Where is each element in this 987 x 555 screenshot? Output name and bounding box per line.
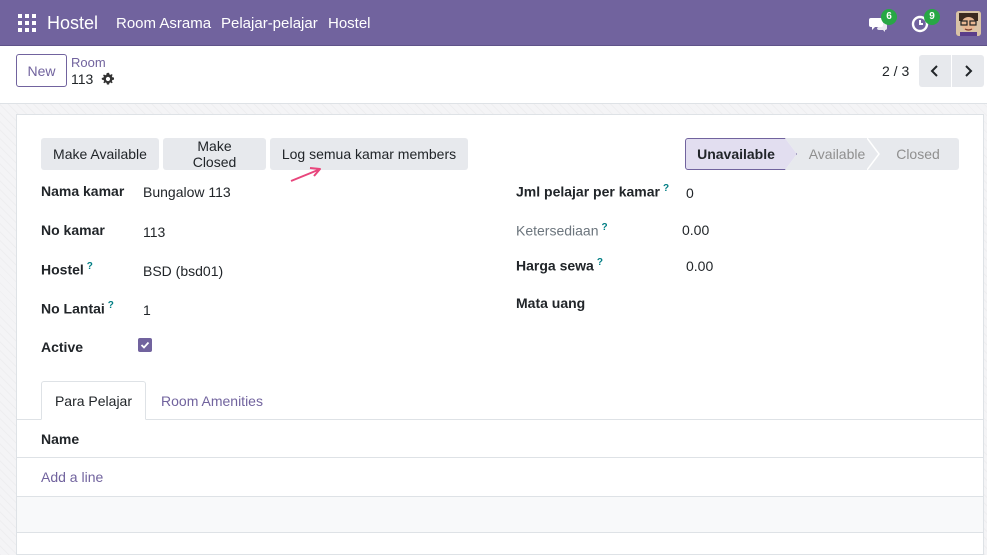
help-icon[interactable]: ?: [87, 261, 93, 272]
field-jml-pelajar[interactable]: 0: [686, 185, 694, 201]
label-jml-pelajar: Jml pelajar per kamar?: [516, 183, 669, 200]
label-ketersediaan: Ketersediaan?: [516, 222, 608, 239]
user-avatar[interactable]: [956, 11, 981, 36]
label-hostel-text: Hostel: [41, 261, 84, 278]
app-brand[interactable]: Hostel: [47, 13, 98, 34]
chevron-right-icon: [965, 65, 973, 77]
control-panel: New Room 113 2 / 3: [0, 46, 987, 104]
tab-room-amenities[interactable]: Room Amenities: [146, 381, 278, 420]
label-nama-kamar: Nama kamar: [41, 183, 125, 199]
label-hostel: Hostel?: [41, 261, 93, 278]
field-harga-sewa[interactable]: 0.00: [686, 258, 713, 274]
list-header-divider: [17, 457, 983, 458]
label-no-lantai: No Lantai?: [41, 300, 114, 317]
new-button[interactable]: New: [16, 54, 67, 87]
messages-count-badge: 6: [881, 9, 897, 25]
record-name: 113: [71, 71, 94, 87]
label-harga-sewa: Harga sewa?: [516, 257, 603, 274]
gear-icon[interactable]: [101, 72, 115, 86]
column-header-name[interactable]: Name: [41, 431, 79, 447]
apps-menu-icon[interactable]: [18, 14, 36, 32]
label-harga-sewa-text: Harga sewa: [516, 257, 594, 274]
help-icon[interactable]: ?: [597, 257, 603, 268]
status-bar: Unavailable Available Closed: [685, 138, 959, 170]
pager-value[interactable]: 2 / 3: [882, 63, 909, 79]
active-checkbox[interactable]: [138, 338, 152, 352]
label-ketersediaan-text: Ketersediaan: [516, 222, 599, 239]
tab-para-pelajar[interactable]: Para Pelajar: [41, 381, 146, 420]
messages-button[interactable]: 6: [868, 9, 897, 34]
make-closed-button[interactable]: Make Closed: [163, 138, 266, 170]
status-available[interactable]: Available: [785, 138, 879, 170]
chevron-left-icon: [930, 65, 938, 77]
form-sheet: [16, 114, 984, 555]
field-no-kamar[interactable]: 113: [143, 224, 165, 240]
label-mata-uang: Mata uang: [516, 295, 586, 311]
activities-count-badge: 9: [924, 9, 940, 25]
label-jml-pelajar-text: Jml pelajar per kamar: [516, 183, 660, 200]
pointer-arrow-annotation: [290, 167, 321, 182]
breadcrumb-room[interactable]: Room: [71, 55, 106, 70]
label-no-kamar: No kamar: [41, 222, 105, 238]
help-icon[interactable]: ?: [663, 183, 669, 194]
label-no-lantai-text: No Lantai: [41, 300, 105, 317]
field-hostel[interactable]: BSD (bsd01): [143, 263, 223, 279]
status-unavailable[interactable]: Unavailable: [685, 138, 797, 170]
menu-room-asrama[interactable]: Room Asrama: [116, 15, 211, 32]
checkmark-icon: [140, 341, 150, 349]
menu-hostel[interactable]: Hostel: [328, 15, 371, 32]
help-icon[interactable]: ?: [108, 300, 114, 311]
field-ketersediaan: 0.00: [682, 222, 710, 238]
label-active: Active: [41, 339, 84, 355]
add-line-link[interactable]: Add a line: [41, 469, 103, 485]
avatar-image: [956, 11, 981, 36]
pager-previous-button[interactable]: [919, 55, 951, 87]
list-footer: [17, 496, 983, 533]
make-available-button[interactable]: Make Available: [41, 138, 159, 170]
pager-next-button[interactable]: [952, 55, 984, 87]
field-nama-kamar[interactable]: Bungalow 113: [143, 184, 231, 200]
menu-pelajar[interactable]: Pelajar-pelajar: [221, 15, 318, 32]
status-separator: [867, 138, 880, 170]
field-no-lantai[interactable]: 1: [143, 302, 151, 318]
activities-button[interactable]: 9: [911, 9, 940, 34]
help-icon[interactable]: ?: [602, 222, 608, 233]
top-navbar: Hostel Room Asrama Pelajar-pelajar Hoste…: [0, 0, 987, 46]
